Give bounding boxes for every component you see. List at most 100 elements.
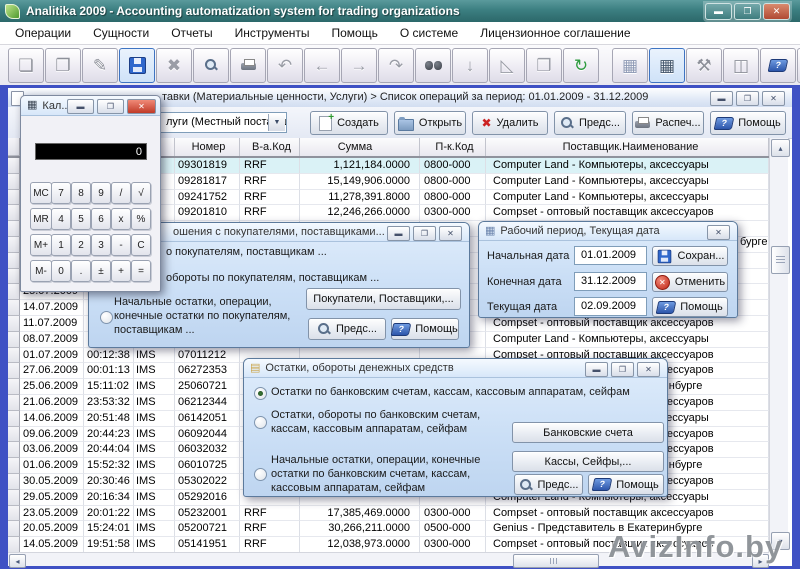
list-restore-button[interactable]: ❐ xyxy=(736,91,759,106)
calc-key--[interactable]: - xyxy=(111,234,131,256)
calc-key-C[interactable]: C xyxy=(131,234,151,256)
period-dialog-titlebar[interactable]: ▦ Рабочий период, Текущая дата ✕ xyxy=(479,222,737,241)
menu-item-6[interactable]: О системе xyxy=(389,23,469,43)
save-button[interactable] xyxy=(119,48,155,83)
calc-key-M-[interactable]: M- xyxy=(30,260,52,282)
table-row[interactable]: 23.05.200920:01:22IMS05232001RRF17,385,4… xyxy=(8,506,769,522)
calc-key-±[interactable]: ± xyxy=(91,260,111,282)
preview-button[interactable] xyxy=(193,48,229,83)
minimize-button[interactable]: ▬ xyxy=(705,3,732,20)
partners-minimize-button[interactable]: ▬ xyxy=(387,226,410,241)
horizontal-scroll-thumb[interactable] xyxy=(513,554,599,568)
calc-key-5[interactable]: 5 xyxy=(71,208,91,230)
list-minimize-button[interactable]: ▬ xyxy=(710,91,733,106)
calc-key-4[interactable]: 4 xyxy=(51,208,71,230)
scroll-up-icon[interactable]: ▴ xyxy=(771,139,790,157)
calc-close-button[interactable]: ✕ xyxy=(127,99,156,114)
help-book-button[interactable] xyxy=(760,48,796,83)
close-button[interactable]: ✕ xyxy=(763,3,790,20)
row-header-box[interactable] xyxy=(8,300,20,316)
row-header-box[interactable] xyxy=(8,363,20,379)
calc-key-2[interactable]: 2 xyxy=(71,234,91,256)
calc-key-M+[interactable]: M+ xyxy=(30,234,52,256)
calc-key-3[interactable]: 3 xyxy=(91,234,111,256)
row-header-box[interactable] xyxy=(8,442,20,458)
period-field-value-2[interactable]: 31.12.2009 xyxy=(574,272,647,291)
row-header-box[interactable] xyxy=(8,253,20,269)
menu-item-1[interactable]: Операции xyxy=(4,23,82,43)
calendar-button[interactable]: ▦ xyxy=(612,48,648,83)
calc-key-=[interactable]: = xyxy=(131,260,151,282)
calc-key-%[interactable]: % xyxy=(131,208,151,230)
row-header-box[interactable] xyxy=(8,316,20,332)
row-header-box[interactable] xyxy=(8,158,20,174)
calc-key-/[interactable]: / xyxy=(111,182,131,204)
partners-list-button[interactable]: Покупатели, Поставщики,... xyxy=(306,288,461,310)
money-option-2-radio[interactable] xyxy=(254,416,267,429)
calc-key-9[interactable]: 9 xyxy=(91,182,111,204)
column-header-8[interactable]: Поставщик.Наименование xyxy=(486,138,769,156)
chevron-down-icon[interactable]: ▼ xyxy=(268,114,285,131)
preview-button[interactable]: Предс... xyxy=(554,111,626,135)
calculator-button[interactable]: ▦ xyxy=(649,48,685,83)
column-header-4[interactable]: Номер xyxy=(175,138,240,156)
row-header-box[interactable] xyxy=(8,537,20,553)
calc-minimize-button[interactable]: ▬ xyxy=(67,99,94,114)
redo-button[interactable]: ↷ xyxy=(378,48,414,83)
vertical-scroll-thumb[interactable] xyxy=(771,246,790,274)
help-button[interactable]: Помощь xyxy=(710,111,786,135)
print-button[interactable]: Распеч... xyxy=(632,111,704,135)
row-header-box[interactable] xyxy=(8,506,20,522)
tools-button[interactable]: ⚒ xyxy=(686,48,722,83)
period-field-value-3[interactable]: 02.09.2009 xyxy=(574,297,647,316)
new-document-button[interactable]: ❏ xyxy=(8,48,44,83)
calculator-titlebar[interactable]: ▦ Кал... ▬ ❐ ✕ xyxy=(21,96,160,116)
money-option-3-radio[interactable] xyxy=(254,468,267,481)
row-header-box[interactable] xyxy=(8,427,20,443)
binoculars-button[interactable] xyxy=(415,48,451,83)
partners-preview-button[interactable]: Предс... xyxy=(308,318,386,340)
money-restore-button[interactable]: ❐ xyxy=(611,362,634,377)
partners-close-button[interactable]: ✕ xyxy=(439,226,462,241)
row-header-box[interactable] xyxy=(8,379,20,395)
partners-option-3-radio[interactable] xyxy=(100,311,113,324)
row-header-box[interactable] xyxy=(8,332,20,348)
ruler-button[interactable]: ◺ xyxy=(489,48,525,83)
refresh-button[interactable]: ↻ xyxy=(563,48,599,83)
row-header-box[interactable] xyxy=(8,284,20,300)
period-help-button[interactable]: Помощь xyxy=(652,297,728,317)
period-close-button[interactable]: ✕ xyxy=(707,225,730,240)
create-button[interactable]: Создать xyxy=(310,111,388,135)
calc-key-6[interactable]: 6 xyxy=(91,208,111,230)
money-option-1-radio[interactable] xyxy=(254,387,267,400)
edit-note-button[interactable]: ✎ xyxy=(82,48,118,83)
paste-clipboard-button[interactable]: ❒ xyxy=(526,48,562,83)
money-preview-button[interactable]: Предс... xyxy=(514,474,583,495)
down-arrow-button[interactable]: ↓ xyxy=(452,48,488,83)
scroll-left-icon[interactable]: ◂ xyxy=(9,554,26,568)
menu-item-3[interactable]: Отчеты xyxy=(160,23,223,43)
column-header-6[interactable]: Сумма xyxy=(300,138,420,156)
row-header-box[interactable] xyxy=(8,174,20,190)
open-button[interactable]: Открыть xyxy=(394,111,466,135)
money-minimize-button[interactable]: ▬ xyxy=(585,362,608,377)
menu-item-4[interactable]: Инструменты xyxy=(224,23,321,43)
menu-item-7[interactable]: Лицензионное соглашение xyxy=(469,23,641,43)
main-titlebar[interactable]: Analitika 2009 - Accounting automatizati… xyxy=(0,0,800,22)
period-field-value-1[interactable]: 01.01.2009 xyxy=(574,246,647,265)
money-close-button[interactable]: ✕ xyxy=(637,362,660,377)
row-header-box[interactable] xyxy=(8,395,20,411)
open-folder-button[interactable]: ❐ xyxy=(45,48,81,83)
row-header-box[interactable] xyxy=(8,474,20,490)
calc-key-8[interactable]: 8 xyxy=(71,182,91,204)
maximize-button[interactable]: ❐ xyxy=(734,3,761,20)
calc-key-MR[interactable]: MR xyxy=(30,208,52,230)
partners-restore-button[interactable]: ❐ xyxy=(413,226,436,241)
calc-key-√[interactable]: √ xyxy=(131,182,151,204)
partners-help-button[interactable]: Помощь xyxy=(391,318,459,340)
calc-key-7[interactable]: 7 xyxy=(51,182,71,204)
bank-accounts-button[interactable]: Банковские счета xyxy=(512,422,664,443)
row-header-box[interactable] xyxy=(8,237,20,253)
column-header-7[interactable]: П-к.Код xyxy=(420,138,486,156)
calc-key-x[interactable]: x xyxy=(111,208,131,230)
